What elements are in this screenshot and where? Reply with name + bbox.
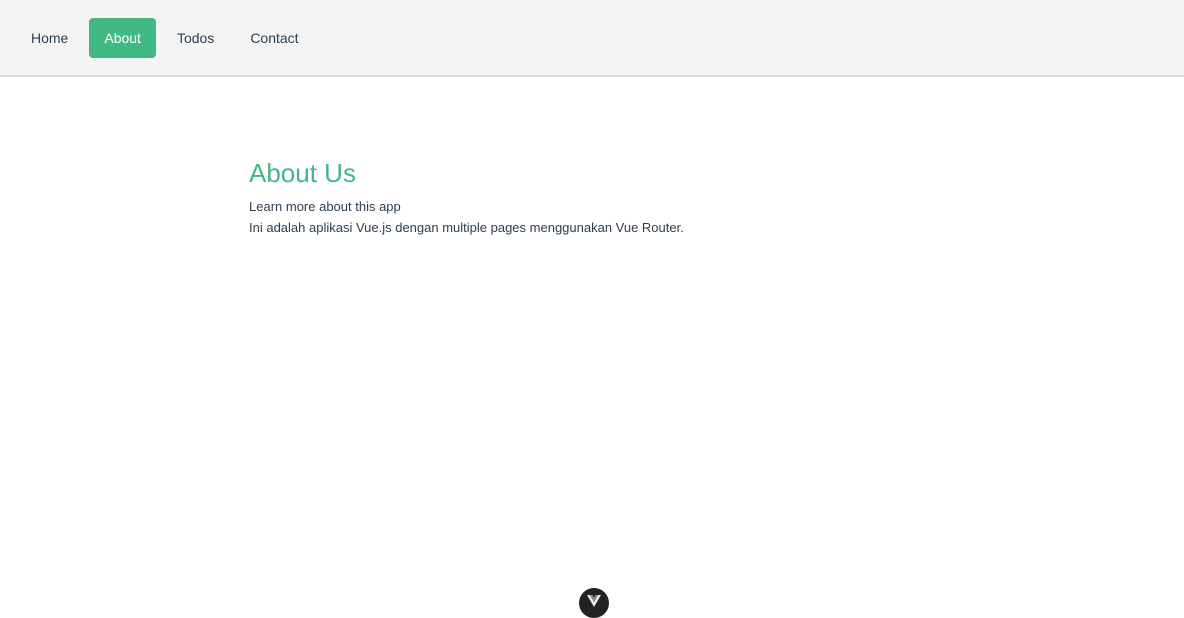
page-description: Ini adalah aplikasi Vue.js dengan multip… xyxy=(249,220,684,235)
nav-link-todos[interactable]: Todos xyxy=(162,18,229,58)
navbar: Home About Todos Contact xyxy=(0,0,1184,77)
vue-devtools-button[interactable] xyxy=(579,588,609,618)
vue-logo-icon xyxy=(587,595,601,607)
page-subtitle: Learn more about this app xyxy=(249,199,401,214)
nav-link-home[interactable]: Home xyxy=(16,18,83,58)
nav-link-about[interactable]: About xyxy=(89,17,156,58)
nav-link-contact[interactable]: Contact xyxy=(235,18,313,58)
page-title: About Us xyxy=(249,158,356,188)
main-content: About Us Learn more about this app Ini a… xyxy=(249,158,949,238)
